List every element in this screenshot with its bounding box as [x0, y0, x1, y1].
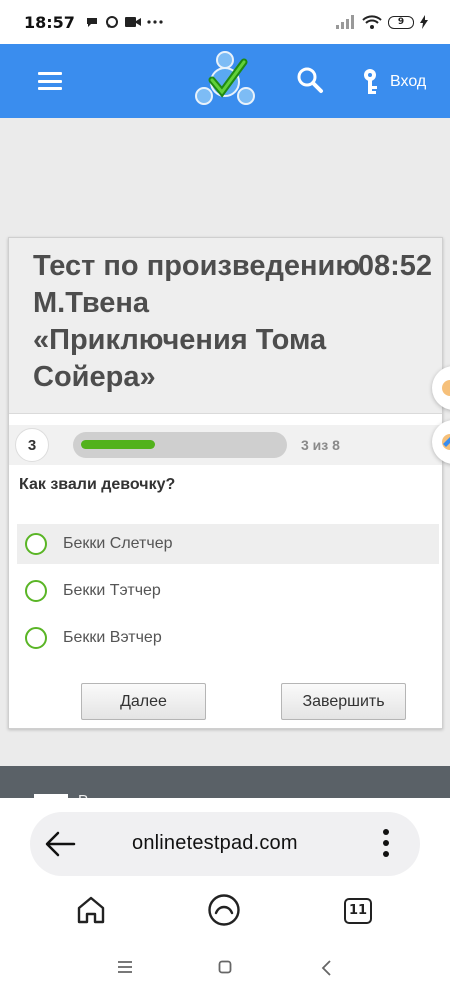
answer-label: Бекки Слетчер — [63, 535, 173, 552]
url-text[interactable]: onlinetestpad.com — [132, 832, 298, 855]
widget-icon — [442, 434, 450, 450]
question-number: 3 — [15, 428, 49, 462]
signal-icon — [336, 15, 354, 29]
battery-indicator: 9 — [388, 15, 414, 29]
system-icons: 9 — [336, 15, 428, 29]
radio-button[interactable] — [25, 627, 47, 649]
test-header: Тест по произведению М.Твена «Приключени… — [9, 238, 442, 414]
test-title: Тест по произведению М.Твена «Приключени… — [33, 250, 361, 393]
address-bar[interactable]: onlinetestpad.com — [30, 812, 420, 876]
next-button[interactable]: Далее — [81, 683, 206, 720]
menu-icon[interactable] — [38, 72, 62, 90]
site-logo[interactable] — [192, 50, 258, 112]
progress-bar — [73, 432, 287, 458]
test-timer: 08:52 — [357, 250, 432, 282]
site-header: Вход — [0, 44, 450, 118]
status-time: 18:57 — [24, 12, 75, 32]
answer-option[interactable]: Бекки Вэтчер — [17, 618, 439, 658]
login-label: Вход — [390, 73, 427, 90]
progress-row: 3 3 из 8 — [9, 425, 442, 465]
tabs-icon[interactable]: 11 — [344, 898, 372, 924]
home-nav-icon[interactable] — [218, 960, 232, 974]
recents-icon[interactable] — [117, 960, 133, 974]
finish-button[interactable]: Завершить — [281, 683, 406, 720]
video-icon — [124, 17, 141, 27]
charging-icon — [420, 15, 428, 29]
test-card: Тест по произведению М.Твена «Приключени… — [8, 237, 443, 729]
chat-icon — [105, 16, 118, 28]
answer-label: Бекки Вэтчер — [63, 629, 162, 646]
radio-button[interactable] — [25, 533, 47, 555]
notification-icon — [86, 18, 97, 27]
answer-label: Бекки Тэтчер — [63, 582, 161, 599]
more-icon[interactable] — [382, 828, 390, 858]
assistant-icon[interactable] — [207, 893, 241, 927]
radio-button[interactable] — [25, 580, 47, 602]
progress-text: 3 из 8 — [301, 437, 340, 453]
question-text: Как звали девочку? — [19, 476, 176, 493]
login-button[interactable]: Вход — [360, 68, 426, 96]
widget-icon — [442, 380, 450, 396]
notification-icons — [85, 15, 163, 29]
home-icon[interactable] — [75, 894, 107, 926]
back-nav-icon[interactable] — [320, 960, 332, 976]
key-icon — [364, 69, 377, 94]
status-bar: 18:57 9 — [0, 0, 450, 44]
search-icon[interactable] — [296, 66, 324, 94]
answer-option[interactable]: Бекки Тэтчер — [17, 571, 439, 611]
wifi-icon — [362, 15, 382, 29]
back-arrow-icon[interactable] — [44, 830, 76, 858]
progress-fill — [81, 440, 155, 449]
answer-option[interactable]: Бекки Слетчер — [17, 524, 439, 564]
more-notifications-icon — [147, 20, 163, 24]
